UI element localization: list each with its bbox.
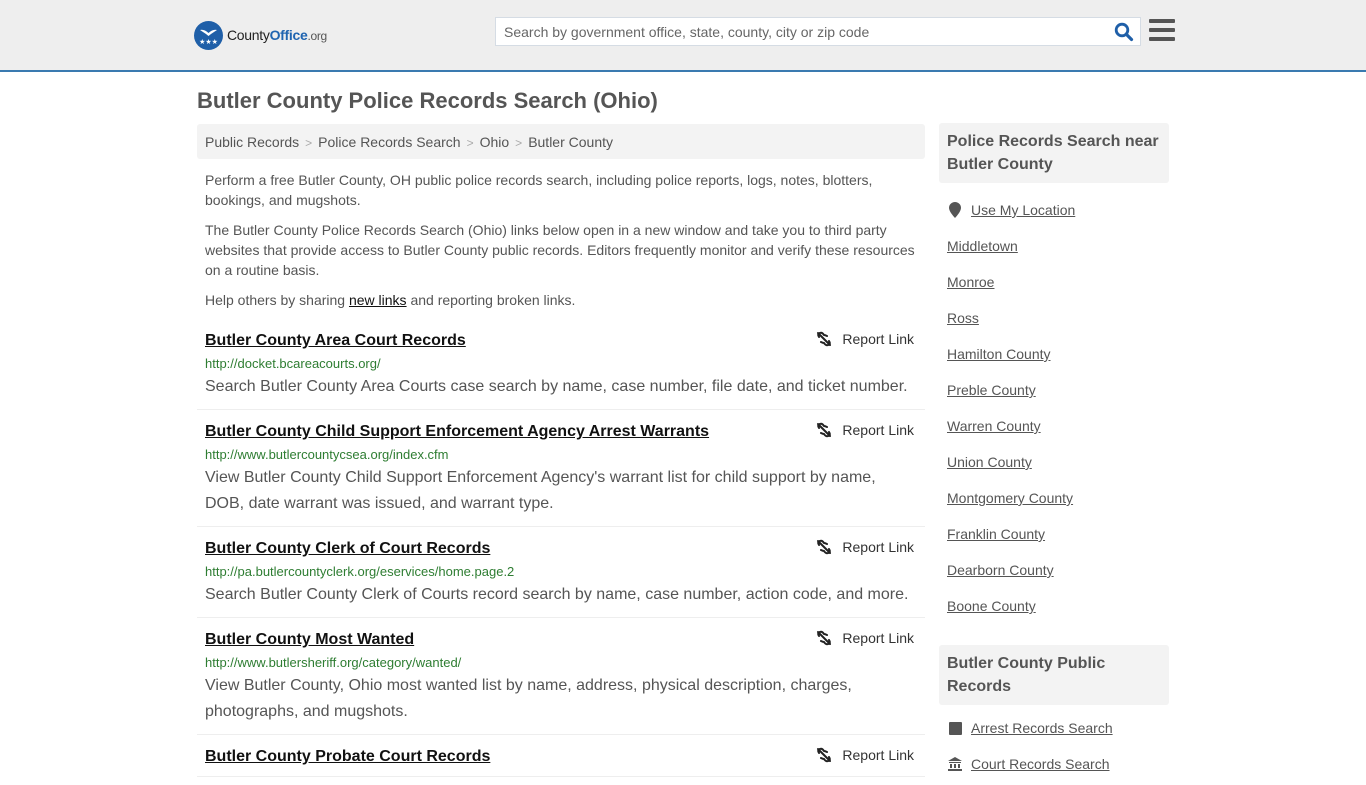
result-url: http://pa.butlercountyclerk.org/eservice… bbox=[205, 564, 515, 579]
result-description: Search Butler County Area Courts case se… bbox=[205, 378, 908, 395]
result-title-link[interactable]: Butler County Area Court Records bbox=[205, 331, 466, 351]
report-link-label: Report Link bbox=[842, 331, 914, 347]
nearby-item: Warren County bbox=[947, 408, 1169, 444]
sidebar-heading: Butler County Public Records bbox=[939, 645, 1169, 705]
sidebar-heading: Police Records Search near Butler County bbox=[939, 123, 1169, 183]
use-my-location-link[interactable]: Use My Location bbox=[971, 192, 1075, 228]
result-description: View Butler County Child Support Enforce… bbox=[205, 469, 876, 512]
breadcrumb-ohio[interactable]: Ohio bbox=[480, 134, 510, 150]
breadcrumb-public-records[interactable]: Public Records bbox=[205, 134, 299, 150]
menu-bar bbox=[1149, 19, 1175, 23]
search-icon[interactable] bbox=[1114, 22, 1134, 42]
broken-link-icon bbox=[817, 747, 832, 763]
nearby-item: Franklin County bbox=[947, 516, 1169, 552]
result-item: Butler County Child Support Enforcement … bbox=[197, 418, 925, 527]
nearby-item: Dearborn County bbox=[947, 552, 1169, 588]
breadcrumb-butler-county[interactable]: Butler County bbox=[528, 134, 613, 150]
logo-text: CountyOffice.org bbox=[227, 27, 327, 43]
broken-link-icon bbox=[817, 630, 832, 646]
result-item: Butler County Probate Court Records Repo… bbox=[197, 743, 925, 777]
courthouse-icon bbox=[947, 757, 963, 771]
breadcrumb: Public Records > Police Records Search > Ohi… bbox=[197, 124, 925, 159]
logo-eagle-icon: ★★★ bbox=[194, 20, 223, 50]
nearby-link-boone-county[interactable]: Boone County bbox=[947, 588, 1036, 624]
use-location-item: Use My Location bbox=[947, 192, 1169, 228]
breadcrumb-separator: > bbox=[466, 136, 474, 150]
nearby-item: Boone County bbox=[947, 588, 1169, 624]
result-item: Butler County Clerk of Court Records Rep… bbox=[197, 535, 925, 618]
svg-text:★★★: ★★★ bbox=[199, 38, 218, 46]
nearby-list: Use My Location Middletown Monroe Ross H… bbox=[939, 192, 1169, 624]
broken-link-icon bbox=[817, 422, 832, 438]
result-title-link[interactable]: Butler County Probate Court Records bbox=[205, 747, 490, 767]
public-records-item: Court Records Search bbox=[947, 746, 1169, 782]
intro-paragraph: The Butler County Police Records Search … bbox=[205, 222, 915, 278]
nearby-link-dearborn-county[interactable]: Dearborn County bbox=[947, 552, 1054, 588]
nearby-item: Preble County bbox=[947, 372, 1169, 408]
nearby-link-warren-county[interactable]: Warren County bbox=[947, 408, 1041, 444]
report-link-button[interactable]: Report Link bbox=[816, 331, 914, 347]
nearby-item: Hamilton County bbox=[947, 336, 1169, 372]
nearby-item: Montgomery County bbox=[947, 480, 1169, 516]
arrest-square-icon bbox=[947, 721, 963, 735]
public-records-item: Arrest Records Search bbox=[947, 710, 1169, 746]
sidebar-public-records: Butler County Public Records Arrest Reco… bbox=[939, 645, 1169, 782]
intro-text-fragment: Help others by sharing bbox=[205, 292, 349, 308]
search-box bbox=[495, 17, 1141, 46]
nearby-link-franklin-county[interactable]: Franklin County bbox=[947, 516, 1045, 552]
nearby-link-union-county[interactable]: Union County bbox=[947, 444, 1032, 480]
sidebar-nearby: Police Records Search near Butler County… bbox=[939, 123, 1169, 624]
report-link-label: Report Link bbox=[842, 747, 914, 763]
intro-paragraph: Help others by sharing new links and rep… bbox=[205, 290, 920, 310]
court-records-search-link[interactable]: Court Records Search bbox=[971, 746, 1110, 782]
breadcrumb-separator: > bbox=[305, 136, 313, 150]
nearby-link-preble-county[interactable]: Preble County bbox=[947, 372, 1036, 408]
breadcrumb-police-records-search[interactable]: Police Records Search bbox=[318, 134, 460, 150]
nearby-link-hamilton-county[interactable]: Hamilton County bbox=[947, 336, 1051, 372]
result-description: View Butler County, Ohio most wanted lis… bbox=[205, 677, 852, 720]
search-input[interactable] bbox=[496, 18, 1096, 45]
header-bar: ★★★ CountyOffice.org bbox=[0, 0, 1366, 72]
intro-paragraph: Perform a free Butler County, OH public … bbox=[205, 172, 873, 208]
result-item: Butler County Area Court Records Report … bbox=[197, 327, 925, 410]
result-url: http://www.butlercountycsea.org/index.cf… bbox=[205, 447, 449, 462]
nearby-link-monroe[interactable]: Monroe bbox=[947, 264, 994, 300]
report-link-label: Report Link bbox=[842, 422, 914, 438]
result-title-link[interactable]: Butler County Most Wanted bbox=[205, 630, 414, 650]
map-marker-icon bbox=[947, 202, 963, 218]
hamburger-menu-icon[interactable] bbox=[1149, 19, 1175, 43]
page-title: Butler County Police Records Search (Ohi… bbox=[197, 88, 658, 113]
nearby-item: Monroe bbox=[947, 264, 1169, 300]
report-link-label: Report Link bbox=[842, 630, 914, 646]
result-url: http://docket.bcareacourts.org/ bbox=[205, 356, 381, 371]
new-links-link[interactable]: new links bbox=[349, 292, 407, 308]
results-list: Butler County Area Court Records Report … bbox=[197, 327, 925, 785]
broken-link-icon bbox=[817, 331, 832, 347]
arrest-records-search-link[interactable]: Arrest Records Search bbox=[971, 710, 1113, 746]
site-logo[interactable]: ★★★ CountyOffice.org bbox=[194, 20, 327, 50]
report-link-button[interactable]: Report Link bbox=[816, 422, 914, 438]
result-title-link[interactable]: Butler County Clerk of Court Records bbox=[205, 539, 490, 559]
intro-text-fragment: and reporting broken links. bbox=[406, 292, 576, 308]
nearby-link-middletown[interactable]: Middletown bbox=[947, 228, 1018, 264]
nearby-item: Middletown bbox=[947, 228, 1169, 264]
intro-text: Perform a free Butler County, OH public … bbox=[205, 170, 920, 320]
result-url: http://www.butlersheriff.org/category/wa… bbox=[205, 655, 462, 670]
result-item: Butler County Most Wanted Report Link ht… bbox=[197, 626, 925, 735]
menu-bar bbox=[1149, 28, 1175, 32]
report-link-label: Report Link bbox=[842, 539, 914, 555]
report-link-button[interactable]: Report Link bbox=[816, 747, 914, 763]
result-description: Search Butler County Clerk of Courts rec… bbox=[205, 586, 909, 603]
nearby-item: Union County bbox=[947, 444, 1169, 480]
report-link-button[interactable]: Report Link bbox=[816, 630, 914, 646]
nearby-link-ross[interactable]: Ross bbox=[947, 300, 979, 336]
breadcrumb-separator: > bbox=[515, 136, 523, 150]
menu-bar bbox=[1149, 37, 1175, 41]
nearby-link-montgomery-county[interactable]: Montgomery County bbox=[947, 480, 1073, 516]
broken-link-icon bbox=[817, 539, 832, 555]
nearby-item: Ross bbox=[947, 300, 1169, 336]
result-title-link[interactable]: Butler County Child Support Enforcement … bbox=[205, 422, 709, 442]
public-records-list: Arrest Records Search Court Records Sear… bbox=[939, 710, 1169, 782]
report-link-button[interactable]: Report Link bbox=[816, 539, 914, 555]
